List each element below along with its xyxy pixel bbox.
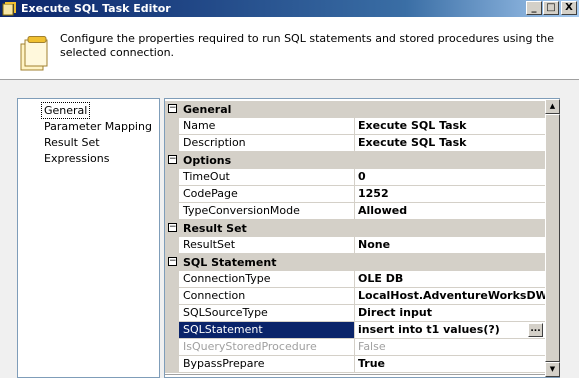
property-row-sqlstatement[interactable]: SQLStatement insert into t1 values(?) ..… bbox=[165, 322, 545, 339]
vertical-scrollbar[interactable]: ▲ ▼ bbox=[545, 99, 560, 377]
collapse-icon[interactable]: − bbox=[168, 104, 177, 113]
nav-item-expressions[interactable]: Expressions bbox=[42, 151, 111, 166]
property-row-typeconversionmode[interactable]: TypeConversionMode Allowed bbox=[165, 203, 545, 220]
property-name: ResultSet bbox=[179, 237, 355, 254]
collapse-icon[interactable]: − bbox=[168, 257, 177, 266]
title-bar[interactable]: Execute SQL Task Editor _ □ X bbox=[0, 0, 579, 17]
nav-item-result-set[interactable]: Result Set bbox=[42, 135, 102, 150]
property-name: Description bbox=[179, 135, 355, 152]
grid-divider bbox=[165, 374, 545, 377]
app-icon bbox=[2, 2, 16, 16]
property-row-isquerystoredprocedure[interactable]: IsQueryStoredProcedure False bbox=[165, 339, 545, 356]
property-row-description[interactable]: Description Execute SQL Task bbox=[165, 135, 545, 152]
property-value[interactable]: Execute SQL Task bbox=[355, 135, 545, 152]
header-description: Configure the properties required to run… bbox=[60, 32, 554, 59]
database-task-icon bbox=[20, 36, 48, 71]
property-value[interactable]: 0 bbox=[355, 169, 545, 186]
property-row-sqlsourcetype[interactable]: SQLSourceType Direct input bbox=[165, 305, 545, 322]
collapse-icon[interactable]: − bbox=[168, 155, 177, 164]
ellipsis-button[interactable]: ... bbox=[528, 323, 543, 337]
property-row-resultset[interactable]: ResultSet None bbox=[165, 237, 545, 254]
close-button[interactable]: X bbox=[561, 1, 577, 15]
property-value[interactable]: Direct input bbox=[355, 305, 545, 322]
property-name: TypeConversionMode bbox=[179, 203, 355, 220]
property-value[interactable]: insert into t1 values(?) ... bbox=[355, 322, 545, 339]
property-value[interactable]: LocalHost.AdventureWorksDW2012 bbox=[355, 288, 545, 305]
minimize-button[interactable]: _ bbox=[526, 1, 542, 15]
dialog-header: Configure the properties required to run… bbox=[0, 17, 579, 80]
property-name: TimeOut bbox=[179, 169, 355, 186]
scroll-thumb[interactable] bbox=[545, 114, 560, 362]
property-value[interactable]: 1252 bbox=[355, 186, 545, 203]
category-label: Result Set bbox=[183, 222, 247, 235]
property-value: False bbox=[355, 339, 545, 356]
page-navigation: General Parameter Mapping Result Set Exp… bbox=[17, 98, 160, 378]
property-name: Name bbox=[179, 118, 355, 135]
property-name: SQLSourceType bbox=[179, 305, 355, 322]
property-name: BypassPrepare bbox=[179, 356, 355, 373]
property-row-name[interactable]: Name Execute SQL Task bbox=[165, 118, 545, 135]
category-label: General bbox=[183, 103, 232, 116]
nav-item-parameter-mapping[interactable]: Parameter Mapping bbox=[42, 119, 154, 134]
sql-statement-text[interactable]: insert into t1 values(?) bbox=[358, 323, 500, 336]
property-row-connection[interactable]: Connection LocalHost.AdventureWorksDW201… bbox=[165, 288, 545, 305]
property-value[interactable]: OLE DB bbox=[355, 271, 545, 288]
property-row-connectiontype[interactable]: ConnectionType OLE DB bbox=[165, 271, 545, 288]
property-value[interactable]: Execute SQL Task bbox=[355, 118, 545, 135]
property-name: ConnectionType bbox=[179, 271, 355, 288]
category-sql-statement[interactable]: − SQL Statement bbox=[165, 254, 545, 271]
property-row-timeout[interactable]: TimeOut 0 bbox=[165, 169, 545, 186]
maximize-button[interactable]: □ bbox=[543, 1, 559, 15]
property-value[interactable]: True bbox=[355, 356, 545, 373]
property-name: IsQueryStoredProcedure bbox=[179, 339, 355, 356]
scroll-down-arrow-icon[interactable]: ▼ bbox=[545, 362, 560, 377]
collapse-icon[interactable]: − bbox=[168, 223, 177, 232]
category-label: Options bbox=[183, 154, 232, 167]
property-name: SQLStatement bbox=[179, 322, 355, 339]
category-options[interactable]: − Options bbox=[165, 152, 545, 169]
category-result-set[interactable]: − Result Set bbox=[165, 220, 545, 237]
property-row-codepage[interactable]: CodePage 1252 bbox=[165, 186, 545, 203]
scroll-up-arrow-icon[interactable]: ▲ bbox=[545, 99, 560, 114]
property-name: CodePage bbox=[179, 186, 355, 203]
nav-item-general[interactable]: General bbox=[40, 102, 91, 119]
property-row-bypassprepare[interactable]: BypassPrepare True bbox=[165, 356, 545, 373]
property-value[interactable]: Allowed bbox=[355, 203, 545, 220]
property-name: Connection bbox=[179, 288, 355, 305]
property-value[interactable]: None bbox=[355, 237, 545, 254]
category-general[interactable]: − General bbox=[165, 101, 545, 118]
property-grid: − General Name Execute SQL Task Descript… bbox=[164, 98, 560, 378]
window-title: Execute SQL Task Editor bbox=[21, 2, 171, 15]
category-label: SQL Statement bbox=[183, 256, 277, 269]
